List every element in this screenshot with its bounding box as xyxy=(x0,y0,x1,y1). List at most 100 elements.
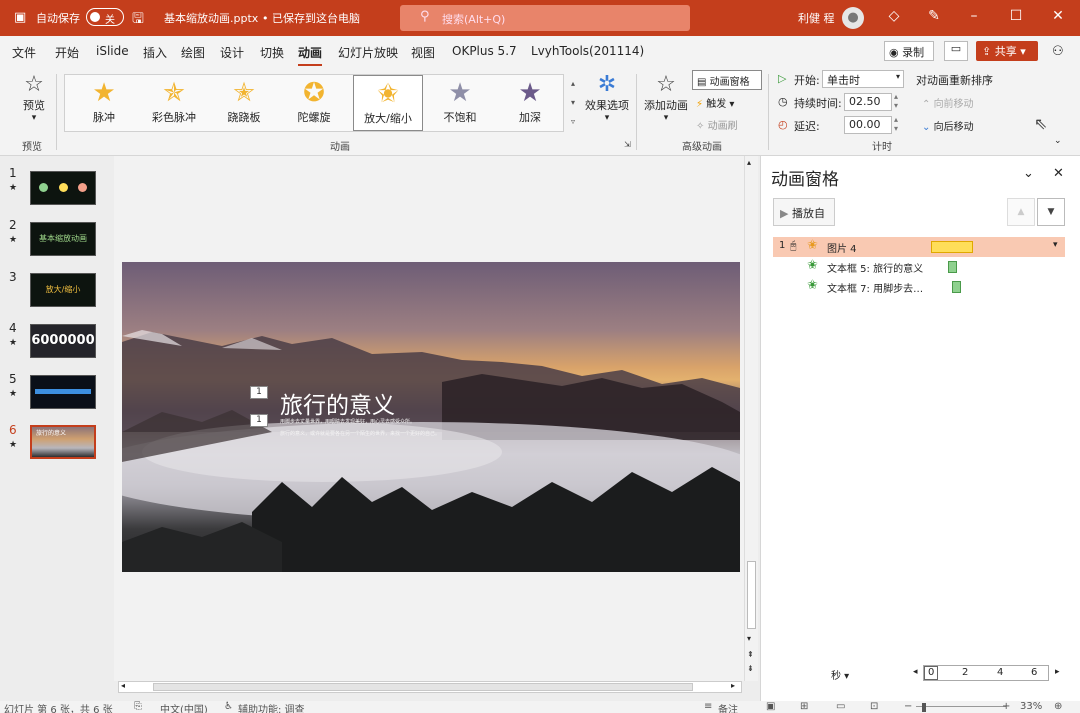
animation-item[interactable]: ✬ 文本框 7: 用脚步去… xyxy=(773,277,1065,297)
tab-animations[interactable]: 动画 xyxy=(298,44,323,67)
scroll-thumb[interactable] xyxy=(153,683,693,691)
slide-thumb-2[interactable]: 基本缩放动画 xyxy=(30,222,96,256)
effect-options-button[interactable]: ✲ 效果选项 ▾ xyxy=(584,72,630,123)
collapse-ribbon-icon[interactable]: ⌄ xyxy=(1054,136,1062,146)
normal-view-icon[interactable]: ▣ xyxy=(766,701,775,712)
tab-design[interactable]: 设计 xyxy=(220,44,244,61)
tab-file[interactable]: 文件 xyxy=(12,44,36,61)
tab-draw[interactable]: 绘图 xyxy=(181,44,205,61)
maximize-button[interactable]: ☐ xyxy=(1006,8,1026,24)
trigger-button[interactable]: ⚡ 触发 ▾ xyxy=(696,95,734,110)
scroll-thumb[interactable] xyxy=(747,561,756,629)
tab-slideshow[interactable]: 幻灯片放映 xyxy=(338,44,398,61)
next-slide-icon[interactable]: ⇟ xyxy=(747,664,754,673)
pen-icon[interactable]: ✎ xyxy=(924,8,944,24)
animation-item[interactable]: 1 🖰 ✬ 图片 4 ▾ xyxy=(773,237,1065,257)
delay-input[interactable]: 00.00 xyxy=(844,116,892,134)
zoom-level[interactable]: 33% xyxy=(1020,701,1042,712)
add-animation-button[interactable]: ☆ 添加动画 ▾ xyxy=(642,72,690,123)
language[interactable]: 中文(中国) xyxy=(160,701,208,713)
chevron-down-icon[interactable]: ▾ xyxy=(1053,240,1058,250)
slide-thumb-3[interactable]: 放大/缩小 xyxy=(30,273,96,307)
tab-transitions[interactable]: 切换 xyxy=(260,44,284,61)
fit-to-window-icon[interactable]: ⊕ xyxy=(1054,701,1062,712)
record-button[interactable]: ◉ 录制 xyxy=(884,41,934,61)
gallery-scroll[interactable]: ▴ ▾ ▿ xyxy=(566,74,580,132)
slide-body-line-2[interactable]: 旅行的意义，或许就是要各在另一个陌生的世界，来找一个更好的自己。 xyxy=(280,430,440,437)
delay-spinner[interactable]: ▴ ▾ xyxy=(894,115,898,133)
search-box[interactable]: ⚲ 搜索(Alt+Q) xyxy=(400,5,690,31)
tab-lvyhtools[interactable]: LvyhTools(201114) xyxy=(531,44,644,58)
slide-thumb-5[interactable] xyxy=(30,375,96,409)
timing-bar[interactable] xyxy=(948,261,957,273)
timing-bar[interactable] xyxy=(952,281,961,293)
animation-item[interactable]: ✬ 文本框 5: 旅行的意义 xyxy=(773,257,1065,277)
save-icon[interactable]: 🖫 xyxy=(132,8,144,32)
tab-okplus[interactable]: OKPlus 5.7 xyxy=(452,44,517,58)
accessibility-status[interactable]: 辅助功能: 调查 xyxy=(238,701,305,713)
notes-button[interactable]: 备注 xyxy=(718,701,738,713)
spellcheck-icon[interactable]: ⎘ xyxy=(134,701,142,712)
play-from-button[interactable]: ▶ 播放自 xyxy=(773,198,835,226)
avatar[interactable]: ● xyxy=(842,7,864,29)
seconds-menu[interactable]: 秒 ▾ xyxy=(831,667,849,682)
move-down-button[interactable]: ▼ xyxy=(1037,198,1065,226)
share-button[interactable]: ⇪ 共享 ▾ xyxy=(976,41,1038,61)
slide-thumb-1[interactable] xyxy=(30,171,96,205)
reading-view-icon[interactable]: ▭ xyxy=(836,701,845,712)
tab-islide[interactable]: iSlide xyxy=(96,44,129,58)
tab-view[interactable]: 视图 xyxy=(411,44,435,61)
zoom-slider[interactable] xyxy=(916,706,1006,707)
animation-tag[interactable]: 1 xyxy=(250,414,268,427)
animation-darken[interactable]: ★ 加深 xyxy=(495,75,565,131)
zoom-slider-thumb[interactable] xyxy=(922,703,926,712)
vertical-scrollbar[interactable]: ▴ ▾ ⇞ ⇟ xyxy=(744,156,758,681)
animation-teeter[interactable]: ✭ 跷跷板 xyxy=(209,75,279,131)
user-name[interactable]: 利健 程 xyxy=(798,10,835,26)
animation-grow-shrink[interactable]: ✬ 放大/缩小 xyxy=(353,75,423,131)
zoom-in-icon[interactable]: + xyxy=(1002,701,1010,712)
timeline-right-icon[interactable]: ▸ xyxy=(1055,667,1060,677)
move-later-button[interactable]: ⌄ 向后移动 xyxy=(922,118,974,133)
minimize-button[interactable]: – xyxy=(964,8,984,24)
horizontal-scrollbar[interactable]: ◂ ▸ xyxy=(118,681,742,693)
preview-button[interactable]: ☆ 预览 ▾ xyxy=(18,72,50,123)
animation-desaturate[interactable]: ★ 不饱和 xyxy=(425,75,495,131)
animation-spin[interactable]: ✪ 陀螺旋 xyxy=(279,75,349,131)
slide-title[interactable]: 旅行的意义 xyxy=(280,386,395,420)
tab-home[interactable]: 开始 xyxy=(55,44,79,61)
start-select[interactable]: 单击时 ▾ xyxy=(822,70,904,88)
zoom-out-icon[interactable]: − xyxy=(904,701,912,712)
close-button[interactable]: ✕ xyxy=(1048,8,1068,24)
duration-input[interactable]: 02.50 xyxy=(844,93,892,111)
scroll-left-icon[interactable]: ◂ xyxy=(121,681,125,690)
main-slide[interactable]: 1 1 旅行的意义 用脚步去丈量世界，用眼睛去发现美好，用心灵去感受众所。 旅行… xyxy=(122,262,740,572)
scroll-down-icon[interactable]: ▾ xyxy=(747,634,751,643)
slide-thumb-4[interactable]: 6000000 xyxy=(30,324,96,358)
animation-pulse[interactable]: ★ 脉冲 xyxy=(69,75,139,131)
coauthor-icon[interactable]: ⚇ xyxy=(1052,44,1064,59)
autosave-toggle[interactable]: 关 xyxy=(86,8,124,26)
close-icon[interactable]: ✕ xyxy=(1053,166,1064,181)
slide-body-line-1[interactable]: 用脚步去丈量世界，用眼睛去发现美好，用心灵去感受众所。 xyxy=(280,418,415,425)
scroll-up-icon[interactable]: ▴ xyxy=(747,158,751,167)
move-earlier-button[interactable]: ⌃ 向前移动 xyxy=(922,95,974,110)
prev-slide-icon[interactable]: ⇞ xyxy=(747,650,754,659)
slide-thumb-6[interactable]: 旅行的意义 xyxy=(30,425,96,459)
tab-insert[interactable]: 插入 xyxy=(143,44,167,61)
animation-pane-button[interactable]: ▤ 动画窗格 xyxy=(692,70,762,90)
duration-spinner[interactable]: ▴ ▾ xyxy=(894,92,898,110)
timeline-ruler[interactable]: 0 2 4 6 xyxy=(923,665,1049,681)
animation-tag[interactable]: 1 xyxy=(250,386,268,399)
timing-bar[interactable] xyxy=(931,241,973,253)
dialog-launcher-icon[interactable]: ⇲ xyxy=(624,140,631,149)
animation-color-pulse[interactable]: ✯ 彩色脉冲 xyxy=(139,75,209,131)
sorter-view-icon[interactable]: ⊞ xyxy=(800,701,808,712)
move-up-button[interactable]: ▲ xyxy=(1007,198,1035,226)
animation-painter-button[interactable]: ✧ 动画刷 xyxy=(696,117,738,132)
comment-icon[interactable]: ▭ xyxy=(944,41,968,61)
diamond-icon[interactable]: ◇ xyxy=(884,8,904,24)
timeline-left-icon[interactable]: ◂ xyxy=(913,667,918,677)
chevron-down-icon[interactable]: ⌄ xyxy=(1023,166,1034,181)
scroll-right-icon[interactable]: ▸ xyxy=(731,681,735,690)
